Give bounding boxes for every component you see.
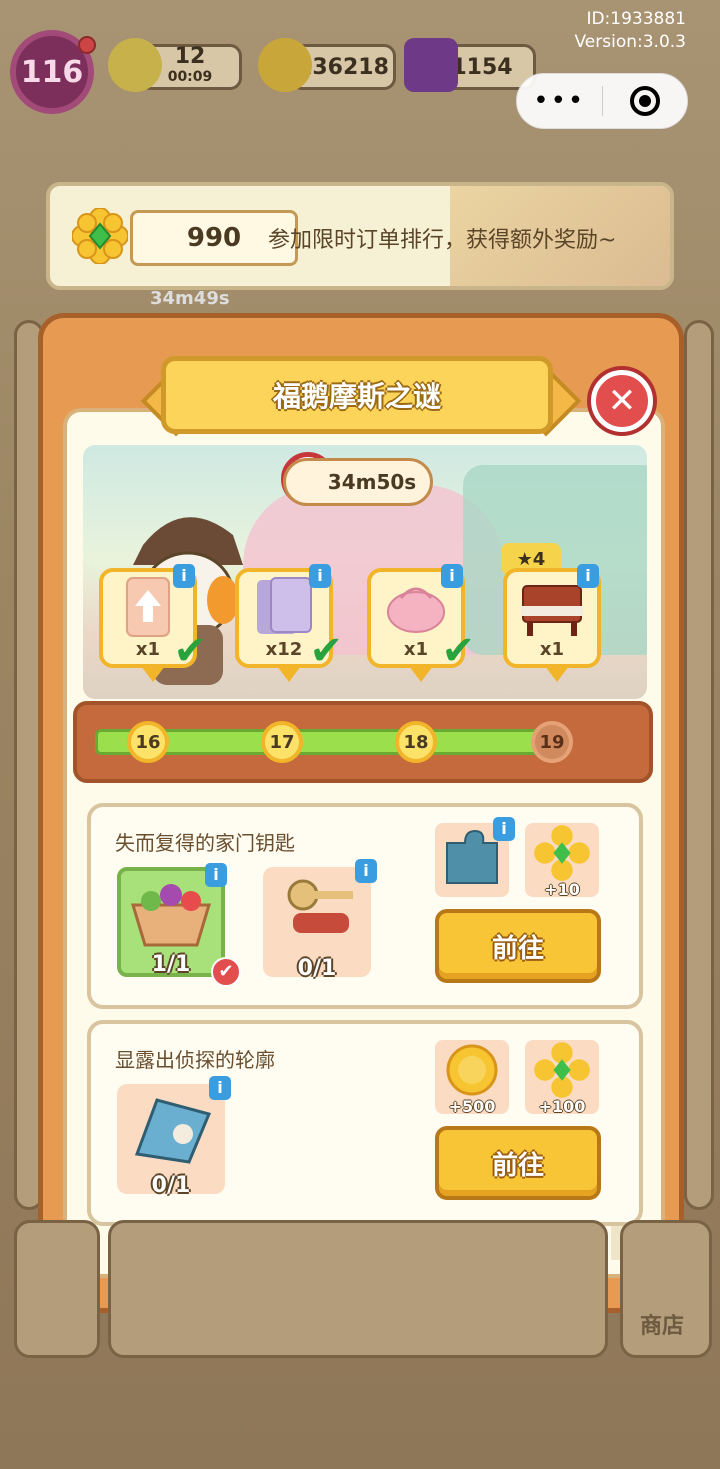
task-reward-2: +100 (525, 1040, 599, 1116)
card-pointer (545, 666, 569, 682)
task-title: 显露出侦探的轮廓 (115, 1048, 275, 1072)
check-icon: ✔ (309, 628, 343, 674)
target-icon[interactable] (603, 86, 688, 116)
task-reward-1[interactable]: i (435, 817, 515, 897)
check-icon: ✔ (211, 957, 241, 987)
milestone-reward-1[interactable]: x1 ✔ i (99, 564, 207, 682)
event-panel: 福鹅摩斯之谜 ✕ 34m50s x1 ✔ i x12 ✔ i x1 ✔ i ★ … (38, 313, 684, 1313)
progress-node-17: 17 (261, 721, 303, 763)
card-pointer (141, 666, 165, 682)
star-icon: ★ (516, 548, 533, 570)
milestone-progress: 16 17 18 19 (73, 701, 653, 783)
info-icon[interactable]: i (493, 817, 515, 841)
build-info: ID:1933881 Version:3.0.3 (575, 8, 687, 54)
panel-title-ribbon: 福鹅摩斯之谜 (161, 356, 553, 434)
go-button[interactable]: 前往 (435, 909, 601, 983)
milestone-reward-3[interactable]: x1 ✔ i (367, 564, 475, 682)
event-timer-value: 34m50s (327, 470, 417, 494)
player-level: 116 (20, 54, 84, 90)
info-icon[interactable]: i (441, 564, 463, 588)
progress-node-19: 19 (531, 721, 573, 763)
energy-value: 12 (174, 44, 206, 69)
task-item-count: 1/1 (151, 952, 191, 977)
flower-gem-icon (534, 825, 590, 881)
go-button-label: 前往 (491, 1150, 544, 1181)
bottom-left-button[interactable] (14, 1220, 100, 1358)
milestone-reward-4[interactable]: x1 i (503, 564, 601, 682)
task-reward-1: +500 (435, 1040, 509, 1116)
gem-value: 1154 (451, 54, 513, 80)
info-icon[interactable]: i (209, 1076, 231, 1100)
lightning-icon (108, 38, 162, 92)
energy-timer: 00:09 (167, 69, 213, 85)
coin-icon (258, 38, 312, 92)
shop-label: 商店 (640, 1314, 685, 1339)
task-item-1[interactable]: 1/1 i (117, 863, 227, 977)
progress-node-16: 16 (127, 721, 169, 763)
app-version: Version:3.0.3 (574, 32, 687, 52)
star-count: 4 (532, 548, 546, 570)
check-icon: ✔ (173, 628, 207, 674)
milestone-reward-count: x1 (539, 639, 565, 660)
task-card-2: 显露出侦探的轮廓 0/1 i +500 +100 前往 (87, 1020, 643, 1226)
gem-icon (404, 38, 458, 92)
info-icon[interactable]: i (173, 564, 195, 588)
task-item-count: 0/1 (297, 956, 337, 981)
task-card-1: 失而复得的家门钥匙 1/1 i ✔ 0/1 i i +10 前往 (87, 803, 643, 1009)
panel-title: 福鹅摩斯之谜 (272, 380, 441, 413)
card-pointer (277, 666, 301, 682)
task-reward-amount: +10 (544, 880, 580, 899)
coin-icon (446, 1044, 498, 1096)
user-id: ID:1933881 (586, 9, 686, 29)
banner-text: 参加限时订单排行，获得额外奖励~ (268, 228, 617, 253)
milestone-reward-2[interactable]: x12 ✔ i (235, 564, 343, 682)
progress-node-label: 17 (269, 731, 295, 753)
info-icon[interactable]: i (205, 863, 227, 887)
task-reward-amount: +100 (538, 1097, 586, 1116)
close-icon: ✕ (607, 381, 637, 421)
task-item-count: 0/1 (151, 1173, 191, 1198)
close-button[interactable]: ✕ (591, 370, 653, 432)
info-icon[interactable]: i (577, 564, 599, 588)
event-timer: 34m50s (283, 458, 433, 506)
flower-gem-icon (534, 1042, 590, 1098)
task-item-1[interactable]: 0/1 i (117, 1076, 231, 1198)
progress-node-label: 16 (135, 731, 161, 753)
ranking-event-banner[interactable]: 990 参加限时订单排行，获得额外奖励~ (46, 182, 674, 290)
bottom-center-panel (108, 1220, 608, 1358)
progress-node-18: 18 (395, 721, 437, 763)
go-button[interactable]: 前往 (435, 1126, 601, 1200)
task-reward-amount: +500 (448, 1097, 496, 1116)
flower-gem-icon (72, 208, 128, 264)
progress-node-label: 18 (403, 731, 429, 753)
go-button-label: 前往 (491, 933, 544, 964)
more-dots-icon[interactable]: ••• (517, 86, 602, 116)
card-pointer (409, 666, 433, 682)
task-item-2[interactable]: 0/1 i (263, 859, 377, 981)
mini-program-capsule: ••• (516, 73, 688, 129)
progress-node-label: 19 (539, 731, 565, 753)
level-notification-dot (78, 36, 96, 54)
banner-score-value: 990 (186, 223, 242, 253)
task-reward-2: +10 (525, 823, 599, 899)
info-icon[interactable]: i (355, 859, 377, 883)
task-title: 失而复得的家门钥匙 (115, 831, 295, 855)
info-icon[interactable]: i (309, 564, 331, 588)
check-icon: ✔ (441, 628, 475, 674)
background-event-timer: 34m49s (150, 288, 230, 309)
background-right-strip (684, 320, 714, 1210)
